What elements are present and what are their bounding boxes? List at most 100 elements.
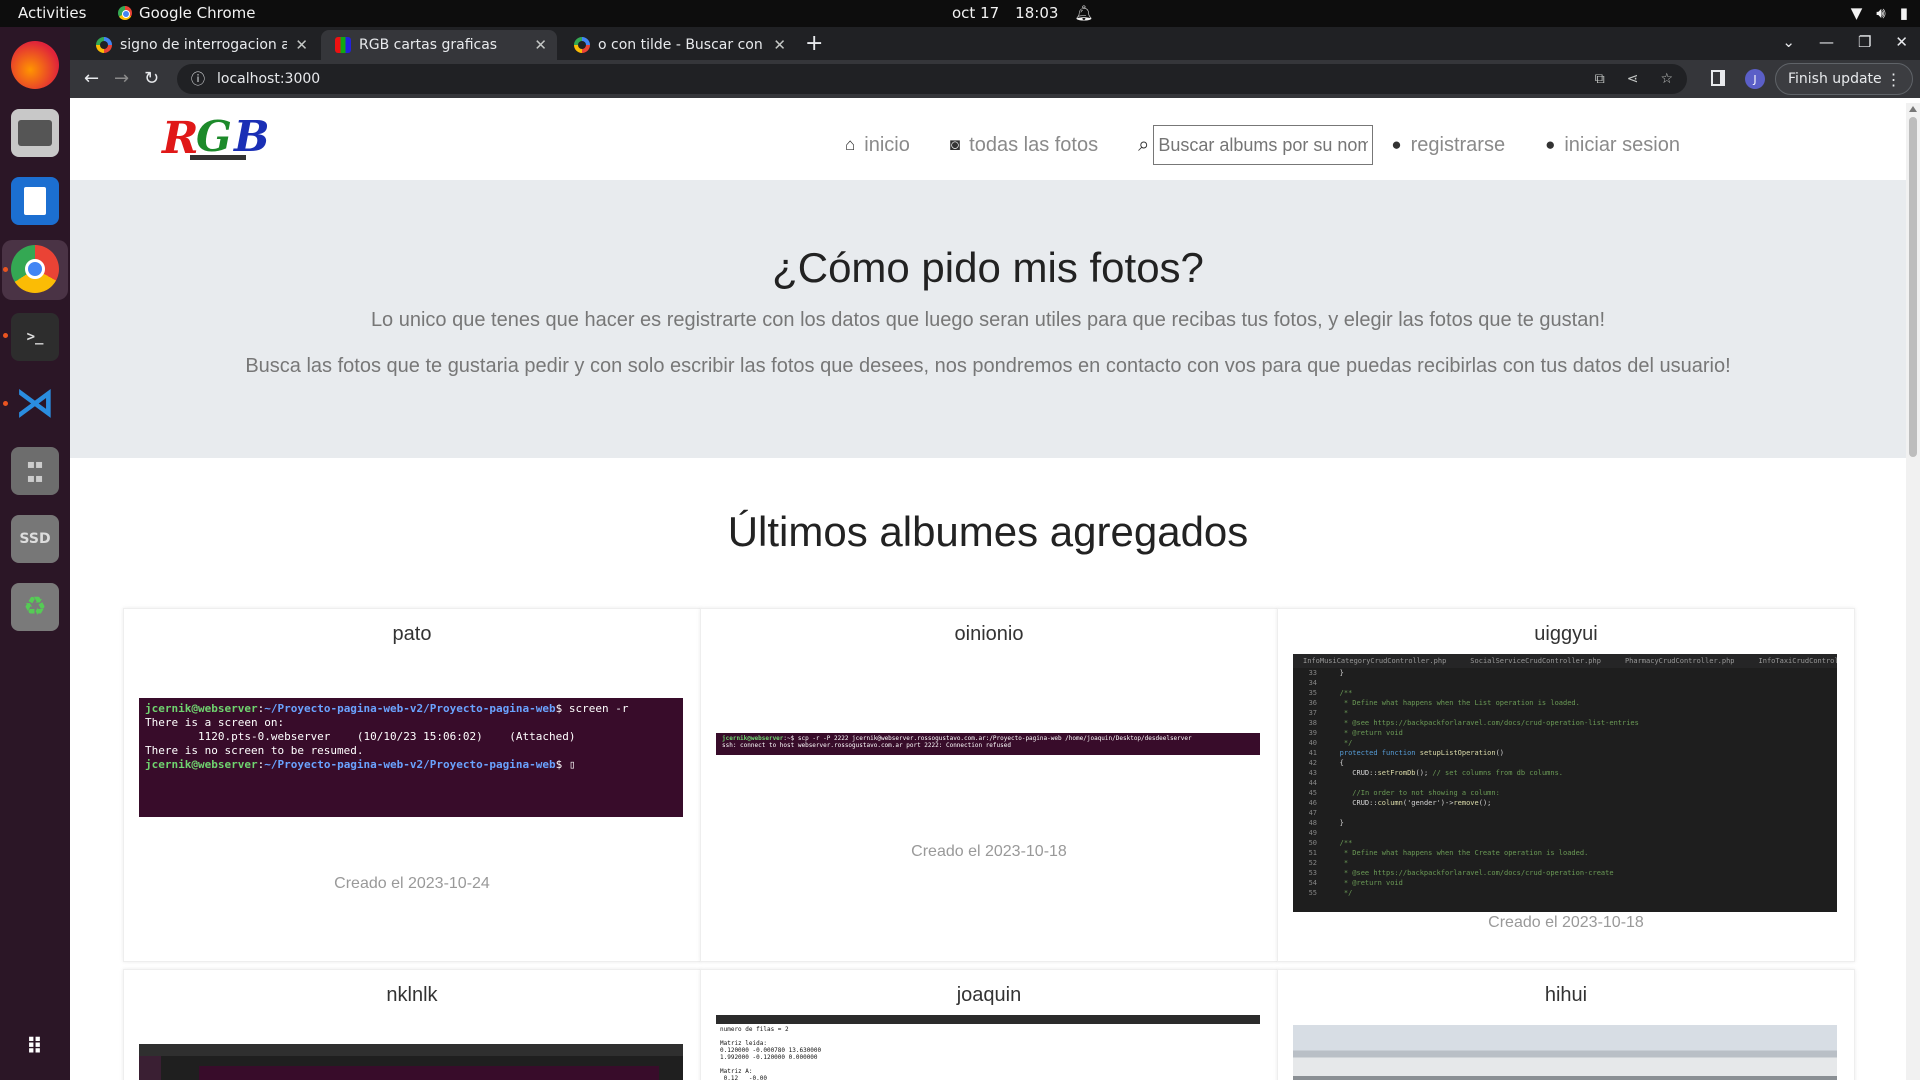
close-tab-icon[interactable]: ✕ [534, 36, 547, 54]
notification-icon: 🔔︎ [1074, 4, 1094, 22]
nav-label: registrarse [1410, 133, 1506, 156]
album-search-input[interactable] [1153, 125, 1374, 165]
running-indicator [3, 401, 8, 406]
user-icon: ● [1545, 135, 1556, 154]
album-date: Creado el 2023-10-18 [911, 843, 1067, 860]
nav-label: todas las fotos [969, 133, 1099, 156]
clock-date: oct 17 [952, 4, 1000, 22]
section-title: Últimos albumes agregados [727, 508, 1249, 555]
files-icon[interactable] [11, 109, 59, 157]
tab-title: signo de interrogacion ap [120, 37, 288, 53]
tab-rgb[interactable]: RGB cartas graficas ✕ [321, 30, 557, 60]
nav-todas-las-fotos[interactable]: ◙ todas las fotos [950, 134, 1098, 157]
album-name: hihui [1544, 984, 1588, 1006]
album-card[interactable]: hihui [1277, 969, 1855, 1080]
album-thumbnail[interactable]: InfoMusiCategoryCrudController.php Social… [1293, 654, 1837, 912]
tab-search-icon[interactable]: ⌄ [1782, 33, 1795, 51]
translate-icon[interactable]: ⧉ [1595, 71, 1605, 87]
album-thumbnail[interactable]: jcernik@webserver:~$ scp -r -P 2222 jcer… [716, 733, 1260, 755]
back-icon[interactable]: ← [84, 68, 99, 89]
side-panel-icon[interactable] [1711, 70, 1725, 86]
hero-title: ¿Cómo pido mis fotos? [772, 244, 1204, 291]
vscode-icon[interactable]: ⋊ [11, 379, 59, 427]
chrome-window: signo de interrogacion ap ✕ RGB cartas g… [70, 27, 1920, 1080]
hero-section: ¿Cómo pido mis fotos? Lo unico que tenes… [70, 180, 1906, 458]
album-name: oinionio [954, 623, 1024, 645]
scrollbar-thumb[interactable] [1909, 117, 1917, 457]
svg-text:G: G [196, 112, 232, 161]
close-tab-icon[interactable]: ✕ [773, 36, 786, 54]
album-card[interactable]: joaquin numero de filas = 2 Matriz leida… [700, 969, 1278, 1080]
rgb-logo[interactable]: R G B [160, 111, 276, 167]
nav-iniciar-sesion[interactable]: ● iniciar sesion [1545, 134, 1680, 157]
trash-icon[interactable]: ♻ [11, 583, 59, 631]
close-window-icon[interactable]: ✕ [1895, 33, 1908, 51]
site-info-icon[interactable]: ⓘ [191, 69, 205, 89]
close-tab-icon[interactable]: ✕ [295, 36, 308, 54]
writer-icon[interactable] [11, 177, 59, 225]
tab-title: RGB cartas graficas [359, 37, 498, 53]
app-name: Google Chrome [139, 4, 256, 22]
share-icon[interactable]: ⋖ [1627, 71, 1639, 87]
page-scrollbar[interactable] [1906, 103, 1920, 1080]
forward-icon[interactable]: → [114, 68, 129, 89]
main-nav: ⌂ inicio ◙ todas las fotos ⌕ ● registrar… [845, 125, 1680, 165]
dock: >_ ⋊ ▪▪ ▪▪ SSD ♻ ⠿ [0, 27, 70, 1080]
running-indicator [3, 333, 8, 338]
firefox-icon[interactable] [11, 41, 59, 89]
profile-avatar[interactable]: J [1745, 69, 1765, 89]
album-thumbnail[interactable] [1293, 1025, 1837, 1080]
url-text: localhost:3000 [217, 71, 321, 87]
system-top-bar: Activities Google Chrome oct 17 18:03 🔔︎… [0, 0, 1920, 27]
album-card[interactable]: uiggyui InfoMusiCategoryCrudController.p… [1277, 608, 1855, 962]
finish-update-button[interactable]: Finish update [1775, 63, 1913, 95]
album-name: pato [392, 623, 432, 645]
google-icon [574, 37, 590, 53]
album-search: ⌕ [1138, 125, 1374, 165]
nav-label: iniciar sesion [1564, 133, 1680, 156]
nav-registrarse[interactable]: ● registrarse [1391, 134, 1505, 157]
album-thumbnail[interactable]: numero de filas = 2 Matriz leida: 0.1200… [716, 1015, 1260, 1080]
chrome-icon [118, 6, 132, 20]
album-date: Creado el 2023-10-24 [334, 875, 490, 892]
camera-icon: ◙ [949, 135, 961, 154]
terminal-icon[interactable]: >_ [11, 313, 59, 361]
address-bar[interactable]: ⓘ localhost:3000 ⧉ ⋖ ☆ [177, 64, 1687, 94]
album-card[interactable]: oinionio jcernik@webserver:~$ scp -r -P … [700, 608, 1278, 962]
album-date: Creado el 2023-10-18 [1488, 914, 1644, 931]
new-tab-icon[interactable]: + [805, 31, 823, 56]
tab-signo[interactable]: signo de interrogacion ap ✕ [82, 30, 318, 60]
wifi-icon: ▼ [1850, 4, 1863, 22]
chrome-dock-icon[interactable] [11, 245, 59, 293]
page-viewport: R G B ⌂ inicio ◙ todas las fotos ⌕ Busca… [70, 103, 1920, 1080]
system-tray[interactable]: ▼ 🔊︎ ▮ [1851, 4, 1908, 22]
drive-icon[interactable]: ▪▪ ▪▪ [11, 447, 59, 495]
home-icon: ⌂ [845, 135, 856, 154]
album-name: joaquin [956, 984, 1022, 1006]
battery-icon: ▮ [1899, 4, 1908, 22]
show-apps-icon[interactable]: ⠿ [11, 1023, 59, 1071]
search-icon: ⌕ [1138, 133, 1150, 156]
google-icon [96, 37, 112, 53]
album-thumbnail[interactable]: jcernik@webserver:~/Proyecto-pagina-web-… [139, 698, 683, 817]
app-menu[interactable]: Google Chrome [118, 4, 256, 22]
minimize-icon[interactable]: — [1819, 33, 1834, 51]
clock[interactable]: oct 17 18:03 🔔︎ [952, 4, 1093, 22]
ssd-icon[interactable]: SSD [11, 515, 59, 563]
nav-label: inicio [864, 133, 910, 156]
scroll-up-icon[interactable] [1909, 106, 1917, 112]
activities-button[interactable]: Activities [18, 4, 86, 22]
hero-paragraph-1: Lo unico que tenes que hacer es registra… [370, 309, 1606, 331]
album-card[interactable]: pato jcernik@webserver:~/Proyecto-pagina… [123, 608, 701, 962]
bookmark-star-icon[interactable]: ☆ [1660, 71, 1673, 87]
nav-inicio[interactable]: ⌂ inicio [845, 134, 910, 157]
album-thumbnail[interactable] [139, 1044, 683, 1080]
album-name: uiggyui [1534, 623, 1598, 645]
browser-toolbar: ← → ↻ ⓘ localhost:3000 ⧉ ⋖ ☆ J Finish up… [70, 60, 1920, 98]
maximize-icon[interactable]: ❐ [1858, 33, 1871, 51]
user-icon: ● [1391, 135, 1402, 154]
volume-icon: 🔊︎ [1876, 4, 1886, 22]
tab-o-con-tilde[interactable]: o con tilde - Buscar con Go ✕ [560, 30, 796, 60]
reload-icon[interactable]: ↻ [144, 68, 159, 89]
album-card[interactable]: nklnlk [123, 969, 701, 1080]
